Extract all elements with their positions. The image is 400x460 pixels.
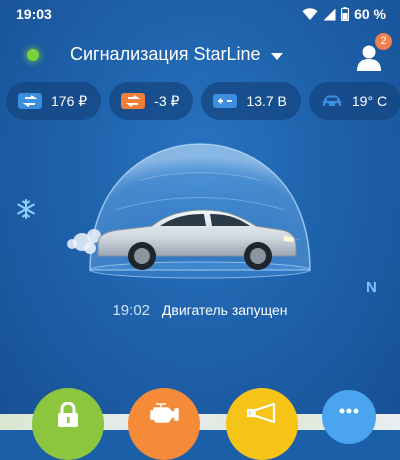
engine-start-button[interactable] — [128, 388, 200, 460]
device-selector[interactable]: Сигнализация StarLine — [70, 44, 283, 65]
chip-battery-voltage[interactable]: 13.7 В — [201, 82, 301, 120]
chip-value: 176 ₽ — [51, 92, 88, 109]
wifi-icon — [302, 7, 318, 20]
chip-temperature[interactable]: 19° C — [308, 82, 400, 120]
app-header: Сигнализация StarLine 2 — [0, 33, 400, 74]
online-indicator — [27, 49, 39, 61]
car-battery-icon — [213, 94, 238, 108]
notification-badge: 2 — [375, 33, 392, 50]
info-chips: 176 ₽ -3 ₽ 13.7 В 19° C — [6, 82, 400, 120]
chip-value: 13.7 В — [246, 93, 287, 109]
lock-button[interactable] — [32, 388, 104, 460]
lock-icon — [58, 402, 78, 427]
clock: 19:03 — [16, 6, 52, 22]
chevron-down-icon — [270, 52, 283, 60]
chip-value: -3 ₽ — [154, 92, 180, 109]
more-icon — [339, 408, 359, 414]
profile-button[interactable]: 2 — [356, 33, 392, 72]
compass-indicator[interactable]: N — [366, 279, 377, 296]
snowflake-icon[interactable] — [16, 199, 36, 219]
status-bar: 19:03 60 % — [0, 0, 400, 28]
status-text: Двигатель запущен — [161, 302, 288, 318]
status-time: 19:02 — [112, 302, 151, 319]
device-title: Сигнализация StarLine — [70, 44, 261, 64]
engine-icon — [150, 403, 179, 423]
balance-icon — [121, 93, 146, 109]
battery-level: 60 % — [354, 6, 386, 22]
signal-icon — [323, 8, 336, 20]
chip-balance-secondary[interactable]: -3 ₽ — [109, 82, 194, 120]
balance-icon — [18, 93, 42, 109]
horn-icon — [246, 402, 276, 424]
chip-value: 19° C — [351, 93, 388, 109]
battery-icon — [341, 7, 350, 21]
status-icons: 60 % — [302, 6, 386, 22]
car-status-line: 19:02 Двигатель запущен — [0, 302, 400, 319]
car-icon — [322, 95, 341, 107]
horn-button[interactable] — [226, 388, 298, 460]
more-actions-button[interactable] — [322, 390, 376, 444]
car-security-dome[interactable] — [60, 140, 340, 290]
chip-balance-primary[interactable]: 176 ₽ — [6, 82, 102, 120]
